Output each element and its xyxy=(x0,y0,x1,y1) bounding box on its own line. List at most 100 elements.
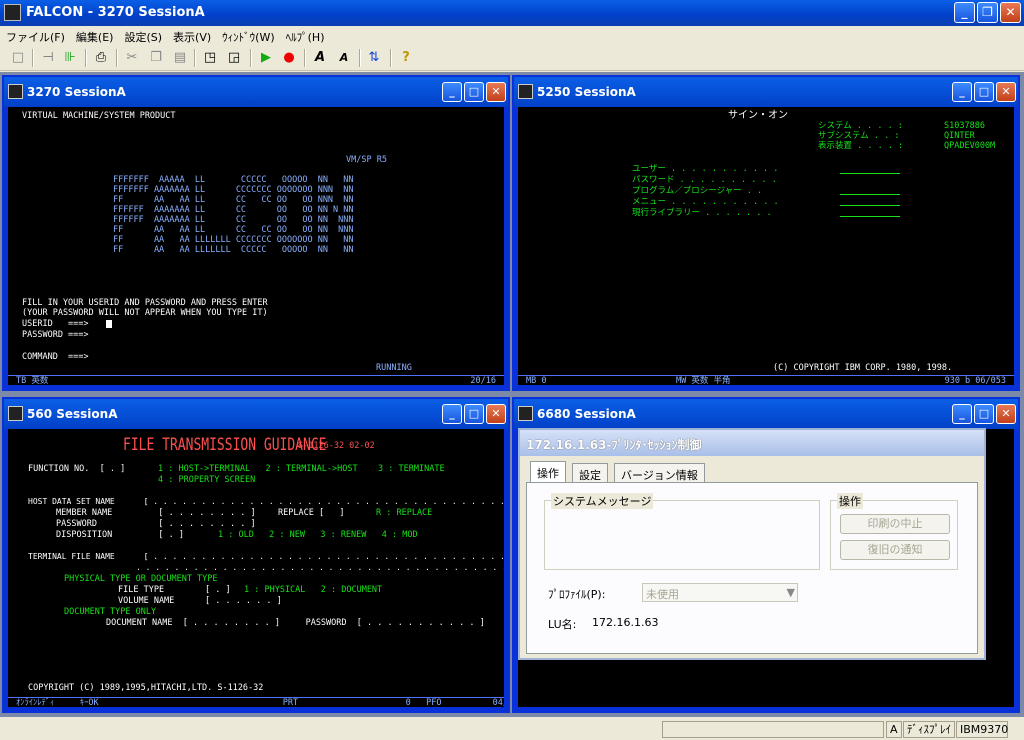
member-name-field[interactable]: MEMBER NAME [ . . . . . . . . ] xyxy=(56,508,256,518)
font-up-icon[interactable]: A xyxy=(312,50,328,66)
heading: FILE TRANSMISSION GUIDANCE xyxy=(123,435,327,456)
session-status-line: MB 0 MW 英数 半角 930 b 06/053 xyxy=(518,375,1014,385)
window-icon[interactable]: ◳ xyxy=(202,50,218,66)
minimize-button[interactable]: _ xyxy=(442,404,462,424)
minimize-button[interactable]: _ xyxy=(954,2,975,23)
program-field-label: プログラム／プロシージャー . . xyxy=(632,186,763,196)
profile-label: ﾌﾟﾛﾌｧｲﾙ(P): xyxy=(548,588,606,601)
document-name-field[interactable]: DOCUMENT NAME [ . . . . . . . . ] PASSWO… xyxy=(106,618,485,628)
screen-line: 表示装置 . . . . : xyxy=(818,141,904,151)
record-icon[interactable]: ● xyxy=(281,50,297,66)
cut-icon[interactable]: ✂ xyxy=(124,50,140,66)
font-down-icon[interactable]: A xyxy=(336,50,352,66)
copyright: COPYRIGHT (C) 1989,1995,HITACHI,LTD. S-1… xyxy=(28,683,264,693)
minimize-button[interactable]: _ xyxy=(952,82,972,102)
disposition-field[interactable]: DISPOSITION [ . ] xyxy=(56,530,184,540)
tab-settings[interactable]: 設定 xyxy=(572,463,608,483)
tab-version[interactable]: バージョン情報 xyxy=(614,463,705,483)
menu-input[interactable] xyxy=(840,205,900,206)
screen-line: FF AA AA LLLLLLL CCCCCCC OOOOOOO NN NN xyxy=(113,235,354,245)
print-icon[interactable]: ⎙ xyxy=(93,50,109,66)
window-560: 560 SessionA _ □ ✕ FILE TRANSMISSION GUIDA… xyxy=(2,397,510,713)
maximize-button[interactable]: □ xyxy=(974,404,994,424)
session-status-line: TB 英数 20/16 xyxy=(8,375,504,385)
screen-line: DOCUMENT TYPE ONLY xyxy=(64,607,157,617)
menu-settings[interactable]: 設定(S) xyxy=(118,26,167,45)
maximize-button[interactable]: □ xyxy=(974,82,994,102)
minimize-button[interactable]: _ xyxy=(442,82,462,102)
screen-line: 1 : PHYSICAL 2 : DOCUMENT xyxy=(244,585,383,595)
session-icon xyxy=(518,406,533,421)
screen-line: S1037886 xyxy=(944,121,985,131)
volume-name-field[interactable]: VOLUME NAME [ . . . . . . ] xyxy=(118,596,282,606)
tab-operation[interactable]: 操作 xyxy=(530,461,566,483)
user-field-label: ユーザー . . . . . . . . . . . xyxy=(632,164,779,174)
app-titlebar: FALCON - 3270 SessionA _ ❐ ✕ xyxy=(0,0,1024,26)
file-type-field[interactable]: FILE TYPE [ . ] xyxy=(118,585,231,595)
menu-bar: ファイル(F) 編集(E) 設定(S) 表示(V) ｳｨﾝﾄﾞｳ(W) ﾍﾙﾌﾟ(H) xyxy=(0,26,1024,45)
menu-file[interactable]: ファイル(F) xyxy=(0,26,70,45)
recovery-notify-button[interactable]: 復旧の通知 xyxy=(840,540,950,560)
screen-line: 1 : OLD 2 : NEW 3 : RENEW 4 : MOD xyxy=(218,530,418,540)
terminal-screen[interactable]: FILE TRANSMISSION GUIDANCE S-1126-32 02-… xyxy=(8,429,504,707)
close-button[interactable]: ✕ xyxy=(996,404,1016,424)
screen-line: FF AA AA LL CC CC OO OO NN NNN xyxy=(113,225,354,235)
password-field-label: パスワード . . . . . . . . . . xyxy=(632,175,777,185)
window-3270: 3270 SessionA _ □ ✕ VIRTUAL MACHINE/SYSTEM… xyxy=(2,75,510,391)
paste-icon[interactable]: ▤ xyxy=(172,50,188,66)
copyright: (C) COPYRIGHT IBM CORP. 1980, 1998. xyxy=(773,363,953,373)
play-icon[interactable]: ▶ xyxy=(258,50,274,66)
function-no-label: FUNCTION NO. [ . ] xyxy=(28,464,126,474)
help-icon[interactable]: ? xyxy=(398,50,414,66)
app-title: FALCON - 3270 SessionA xyxy=(26,5,205,20)
screen-line: FFFFFFF AAAAA LL CCCCC OOOOO NN NN xyxy=(113,175,354,185)
screen-line: システム . . . . : xyxy=(818,121,903,131)
close-button[interactable]: ✕ xyxy=(1000,2,1021,23)
userid-label: USERID ===> xyxy=(22,319,89,329)
terminal-file-field[interactable]: TERMINAL FILE NAME [ . . . . . . . . . .… xyxy=(28,552,504,562)
stop-print-button[interactable]: 印刷の中止 xyxy=(840,514,950,534)
close-button[interactable]: ✕ xyxy=(486,404,506,424)
password-field[interactable]: PASSWORD [ . . . . . . . . ] xyxy=(56,519,256,529)
menu-edit[interactable]: 編集(E) xyxy=(70,26,119,45)
replace-field[interactable]: REPLACE [ ] xyxy=(278,508,345,518)
copy-icon[interactable]: ❐ xyxy=(148,50,164,66)
close-button[interactable]: ✕ xyxy=(996,82,1016,102)
screen-line: VIRTUAL MACHINE/SYSTEM PRODUCT xyxy=(22,111,176,121)
menu-view[interactable]: 表示(V) xyxy=(167,26,216,45)
new-icon[interactable]: □ xyxy=(10,50,26,66)
screen-line: 4 : PROPERTY SCREEN xyxy=(158,475,256,485)
status-mode: A xyxy=(886,721,902,738)
host-data-set-field[interactable]: HOST DATA SET NAME [ . . . . . . . . . .… xyxy=(28,497,504,507)
password-label: PASSWORD ===> xyxy=(22,330,89,340)
screen-line: FILL IN YOUR USERID AND PASSWORD AND PRE… xyxy=(22,298,268,308)
window2-icon[interactable]: ◲ xyxy=(226,50,242,66)
dialog-title: 172.16.1.63-ﾌﾟﾘﾝﾀ･ｾｯｼｮﾝ制御 xyxy=(520,430,984,456)
maximize-button[interactable]: □ xyxy=(464,82,484,102)
terminal-screen[interactable]: サイン・オン システム . . . . : サブシステム . . : 表示装置 … xyxy=(518,107,1014,385)
screen-line: QPADEV000M xyxy=(944,141,996,151)
screen-line: (YOUR PASSWORD WILL NOT APPEAR WHEN YOU … xyxy=(22,308,268,318)
status-model: IBM9370 xyxy=(956,721,1008,738)
close-button[interactable]: ✕ xyxy=(486,82,506,102)
window-title: 560 SessionA xyxy=(27,407,118,421)
session-icon xyxy=(8,406,23,421)
profile-select[interactable]: 未使用 ▼ xyxy=(642,583,798,602)
window-title: 3270 SessionA xyxy=(27,85,126,99)
disconnect-icon[interactable]: ⊪ xyxy=(62,50,78,66)
menu-help[interactable]: ﾍﾙﾌﾟ(H) xyxy=(280,26,330,45)
screen-code: S-1126-32 02-02 xyxy=(298,441,375,451)
user-input[interactable] xyxy=(840,173,900,174)
menu-window[interactable]: ｳｨﾝﾄﾞｳ(W) xyxy=(216,26,279,45)
window-title: 5250 SessionA xyxy=(537,85,636,99)
minimize-button[interactable]: _ xyxy=(952,404,972,424)
maximize-button[interactable]: □ xyxy=(464,404,484,424)
mdi-area: 3270 SessionA _ □ ✕ VIRTUAL MACHINE/SYSTEM… xyxy=(0,72,1024,717)
program-input[interactable] xyxy=(840,194,900,195)
restore-button[interactable]: ❐ xyxy=(977,2,998,23)
library-input[interactable] xyxy=(840,216,900,217)
lu-label: LU名: xyxy=(548,618,577,631)
terminal-screen[interactable]: VIRTUAL MACHINE/SYSTEM PRODUCT VM/SP R5 … xyxy=(8,107,504,385)
connect-icon[interactable]: ⊣ xyxy=(40,50,56,66)
transfer-icon[interactable]: ⇅ xyxy=(366,50,382,66)
